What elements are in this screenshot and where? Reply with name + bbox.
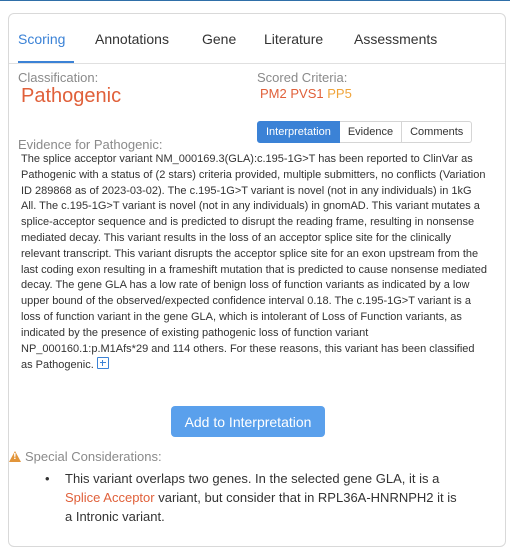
- special-considerations-label: Special Considerations:: [25, 449, 162, 464]
- plus-square-icon[interactable]: [96, 357, 109, 370]
- tab-assessments[interactable]: Assessments: [354, 31, 437, 47]
- list-item: • This variant overlaps two genes. In th…: [43, 469, 463, 526]
- splice-acceptor-link[interactable]: Splice Acceptor: [65, 490, 155, 505]
- criterion-pp5: PP5: [327, 86, 352, 101]
- classification-value: Pathogenic: [21, 85, 122, 107]
- classification-label: Classification:: [18, 70, 99, 85]
- scored-criteria-list: PM2 PVS1 PP5: [260, 86, 352, 101]
- evidence-view-toggle: Interpretation Evidence Comments: [257, 121, 473, 143]
- tab-gene[interactable]: Gene: [202, 31, 236, 47]
- criterion-pvs1: PVS1: [290, 86, 324, 101]
- scored-criteria-label: Scored Criteria:: [257, 70, 348, 85]
- criterion-pm2: PM2: [260, 86, 287, 101]
- tab-scoring[interactable]: Scoring: [18, 31, 65, 47]
- evidence-text: The splice acceptor variant NM_000169.3(…: [21, 152, 489, 374]
- bullet: •: [45, 471, 50, 486]
- add-to-interpretation-button[interactable]: Add to Interpretation: [171, 406, 325, 437]
- special-considerations-header: Special Considerations:: [9, 449, 162, 464]
- evidence-paragraph: The splice acceptor variant NM_000169.3(…: [21, 153, 487, 372]
- special-considerations-list: • This variant overlaps two genes. In th…: [43, 469, 463, 526]
- active-tab-indicator: [18, 61, 74, 63]
- tab-literature[interactable]: Literature: [264, 31, 323, 47]
- top-border: [0, 0, 510, 1]
- warning-icon: [9, 451, 21, 462]
- evidence-label: Evidence for Pathogenic:: [18, 137, 163, 152]
- comments-view-button[interactable]: Comments: [402, 121, 473, 143]
- special-text-before: This variant overlaps two genes. In the …: [65, 471, 440, 486]
- interpretation-view-button[interactable]: Interpretation: [257, 121, 340, 143]
- evidence-view-button[interactable]: Evidence: [339, 121, 403, 143]
- tab-bar: Scoring Annotations Gene Literature Asse…: [9, 14, 505, 64]
- tab-annotations[interactable]: Annotations: [95, 31, 169, 47]
